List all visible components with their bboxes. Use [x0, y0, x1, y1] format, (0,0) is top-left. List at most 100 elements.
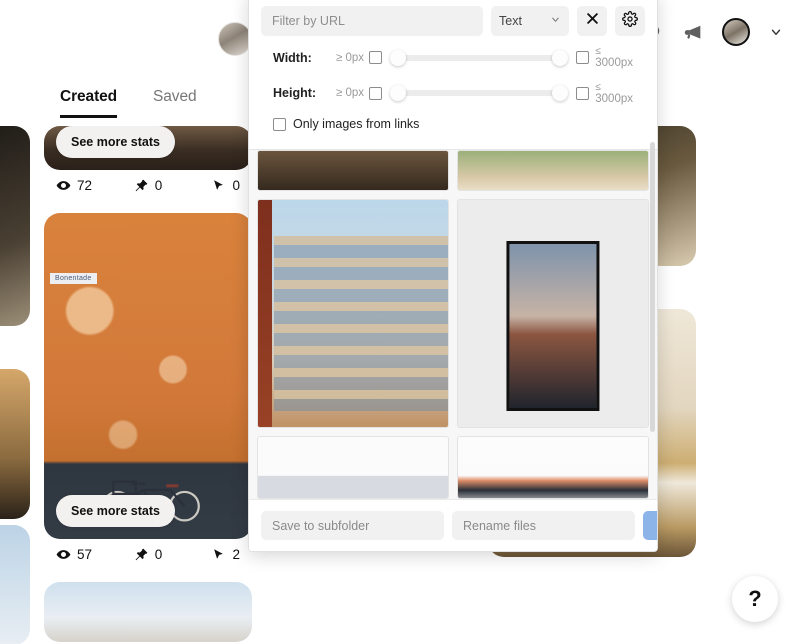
extension-grid-scrollbar[interactable]: [650, 142, 655, 432]
screenshot-root: Created Saved 2: [0, 0, 800, 644]
height-max-value: ≤ 3000px: [589, 82, 633, 106]
pin-icon: [134, 547, 149, 562]
pin-left-partial[interactable]: 2: [0, 126, 30, 363]
image-downloader-extension-panel: Text: [248, 0, 658, 552]
rename-files-input[interactable]: [452, 511, 635, 540]
height-slider-max-handle[interactable]: [552, 85, 569, 102]
download-button[interactable]: Download: [643, 511, 657, 540]
thumbnail-pale[interactable]: [257, 435, 449, 499]
thumbnail-town[interactable]: [457, 435, 649, 499]
profile-tabs: Created Saved: [60, 88, 197, 118]
pin-shoes[interactable]: See more stats 72 0 0: [44, 126, 252, 207]
pin-image[interactable]: See more stats: [44, 126, 252, 170]
impressions-value: 72: [77, 178, 93, 193]
pin-bottom-sky[interactable]: [44, 582, 252, 642]
chevron-down-icon: [550, 14, 561, 28]
help-button[interactable]: ?: [732, 576, 778, 622]
width-max-value: ≤ 3000px: [589, 46, 633, 70]
pin-source-badge: Bonentade: [50, 273, 97, 284]
pin-icon: [134, 178, 149, 193]
stat-saves: 0: [134, 547, 212, 562]
pins-column-1: See more stats 72 0 0 Bonentade See more…: [44, 126, 252, 644]
avatar[interactable]: [722, 18, 750, 46]
pin-left-partial-3[interactable]: [0, 525, 30, 644]
settings-button[interactable]: [615, 6, 645, 36]
see-more-stats-button[interactable]: See more stats: [56, 126, 175, 158]
only-images-from-links-label: Only images from links: [293, 117, 420, 132]
tab-saved[interactable]: Saved: [153, 88, 197, 118]
clicks-value: 2: [232, 547, 240, 562]
thumbnail-strip-a[interactable]: [257, 150, 449, 191]
stat-clicks: 0: [211, 178, 240, 193]
width-max-text: 3000px: [595, 57, 633, 69]
width-min-value: ≥ 0px: [335, 51, 364, 64]
width-slider-max-handle[interactable]: [552, 49, 569, 66]
click-cursor-icon: [211, 547, 226, 562]
height-slider-track: [390, 90, 569, 97]
close-icon: [585, 11, 600, 31]
stat-impressions: 57: [56, 547, 134, 562]
url-filter-input[interactable]: [261, 6, 483, 36]
impressions-value: 57: [77, 547, 93, 562]
height-max-checkbox[interactable]: [576, 86, 590, 100]
width-slider-track: [390, 54, 569, 61]
extension-image-grid[interactable]: [249, 142, 657, 499]
header-actions: [638, 18, 786, 46]
eye-icon: [56, 178, 71, 193]
extension-footer: Download: [249, 499, 657, 551]
save-to-subfolder-input[interactable]: [261, 511, 444, 540]
pin-image[interactable]: [0, 525, 30, 644]
pin-stats: 72 0 0: [44, 170, 252, 207]
pin-image[interactable]: [44, 582, 252, 642]
account-chevron-down-icon[interactable]: [766, 22, 786, 42]
width-slider-min-handle[interactable]: [390, 49, 406, 66]
stat-impressions: 72: [56, 178, 134, 193]
pin-orange-wall-bicycle[interactable]: Bonentade See more stats 57 0 2: [44, 213, 252, 576]
pin-image[interactable]: [0, 369, 30, 519]
see-more-stats-button[interactable]: See more stats: [56, 495, 175, 527]
eye-icon: [56, 547, 71, 562]
width-min-checkbox[interactable]: [369, 51, 382, 65]
clicks-value: 0: [232, 178, 240, 193]
notifications-megaphone-icon[interactable]: [680, 19, 706, 45]
click-cursor-icon: [211, 178, 226, 193]
width-max-prefix: ≤: [595, 46, 601, 57]
height-slider-min-handle[interactable]: [390, 85, 406, 102]
height-min-checkbox[interactable]: [369, 86, 382, 100]
thumbnail-building[interactable]: [257, 198, 449, 428]
extension-filter-section: Text: [249, 0, 657, 150]
extension-grid-column-2: [457, 150, 649, 499]
filter-row: Text: [261, 6, 645, 36]
filter-type-select[interactable]: Text: [491, 6, 569, 36]
stat-clicks: 2: [211, 547, 240, 562]
saves-value: 0: [154, 547, 163, 562]
height-range-slider[interactable]: [390, 83, 569, 103]
profile-avatar-behind-panel[interactable]: [218, 22, 252, 56]
saves-value: 0: [154, 178, 163, 193]
height-filter-row: Height: ≥ 0px ≤ 3000px: [261, 72, 645, 108]
thumbnail-framed-print[interactable]: [457, 198, 649, 428]
pin-stats: 2: [0, 326, 30, 363]
pin-image[interactable]: Bonentade See more stats: [44, 213, 252, 539]
height-min-value: ≥ 0px: [335, 87, 364, 100]
only-images-from-links-checkbox[interactable]: [273, 117, 286, 131]
only-images-from-links-row[interactable]: Only images from links: [261, 107, 645, 143]
pin-stats: 57 0 2: [44, 539, 252, 576]
extension-grid-column-1: [257, 150, 449, 499]
height-max-text: 3000px: [595, 92, 633, 105]
filter-type-value: Text: [499, 14, 522, 28]
width-filter-row: Width: ≥ 0px ≤ 3000px: [261, 36, 645, 72]
tab-created[interactable]: Created: [60, 88, 117, 118]
width-label: Width:: [273, 50, 312, 65]
pin-left-partial-2[interactable]: [0, 369, 30, 519]
close-button[interactable]: [577, 6, 607, 36]
pins-column-0: 2: [0, 126, 30, 644]
height-max-prefix: ≤: [595, 81, 601, 93]
width-max-checkbox[interactable]: [576, 51, 590, 65]
pin-image[interactable]: [0, 126, 30, 326]
thumbnail-strip-b[interactable]: [457, 150, 649, 191]
width-range-slider[interactable]: [390, 48, 569, 68]
gear-icon: [622, 10, 638, 32]
height-label: Height:: [273, 86, 317, 101]
stat-clicks: 2: [0, 334, 18, 349]
